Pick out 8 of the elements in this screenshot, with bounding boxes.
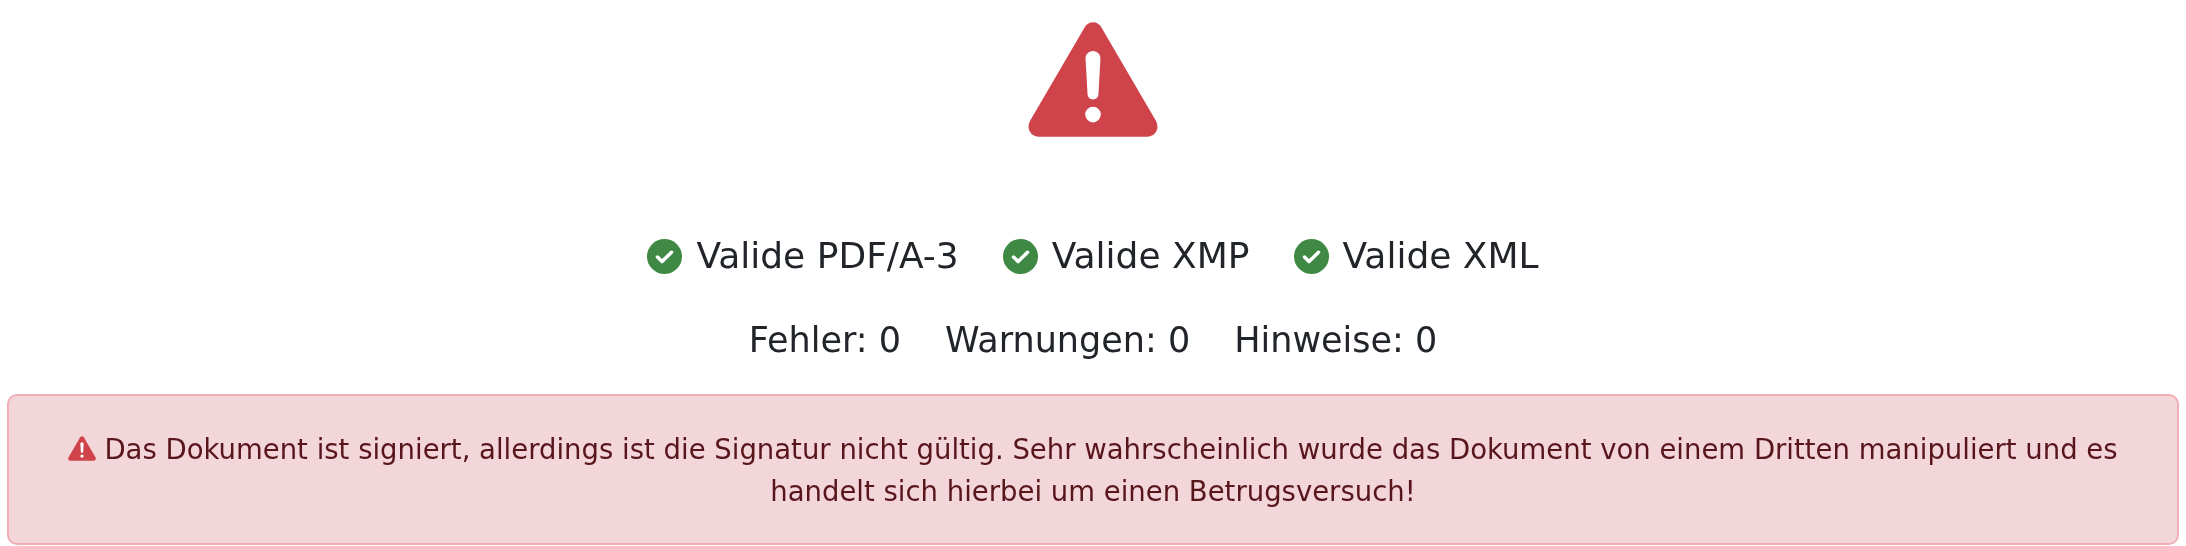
- alert-message: Das Dokument ist signiert, allerdings ist die Signatur nicht gültig. Sehr wahrscheinlich wurde das Dokument von einem Dritten manipuliert und es handelt sich hierbei um einen Betrugsversuch!: [49, 427, 2137, 512]
- check-label: Valide XML: [1342, 234, 1539, 278]
- count-label: Fehler: 0: [748, 319, 901, 362]
- warning-icon: [68, 434, 97, 462]
- check-label: Valide PDF/A-3: [696, 234, 959, 278]
- count-label: Hinweise: 0: [1234, 319, 1438, 362]
- count-label: Warnungen: 0: [944, 319, 1191, 362]
- check-label: Valide XMP: [1051, 234, 1250, 278]
